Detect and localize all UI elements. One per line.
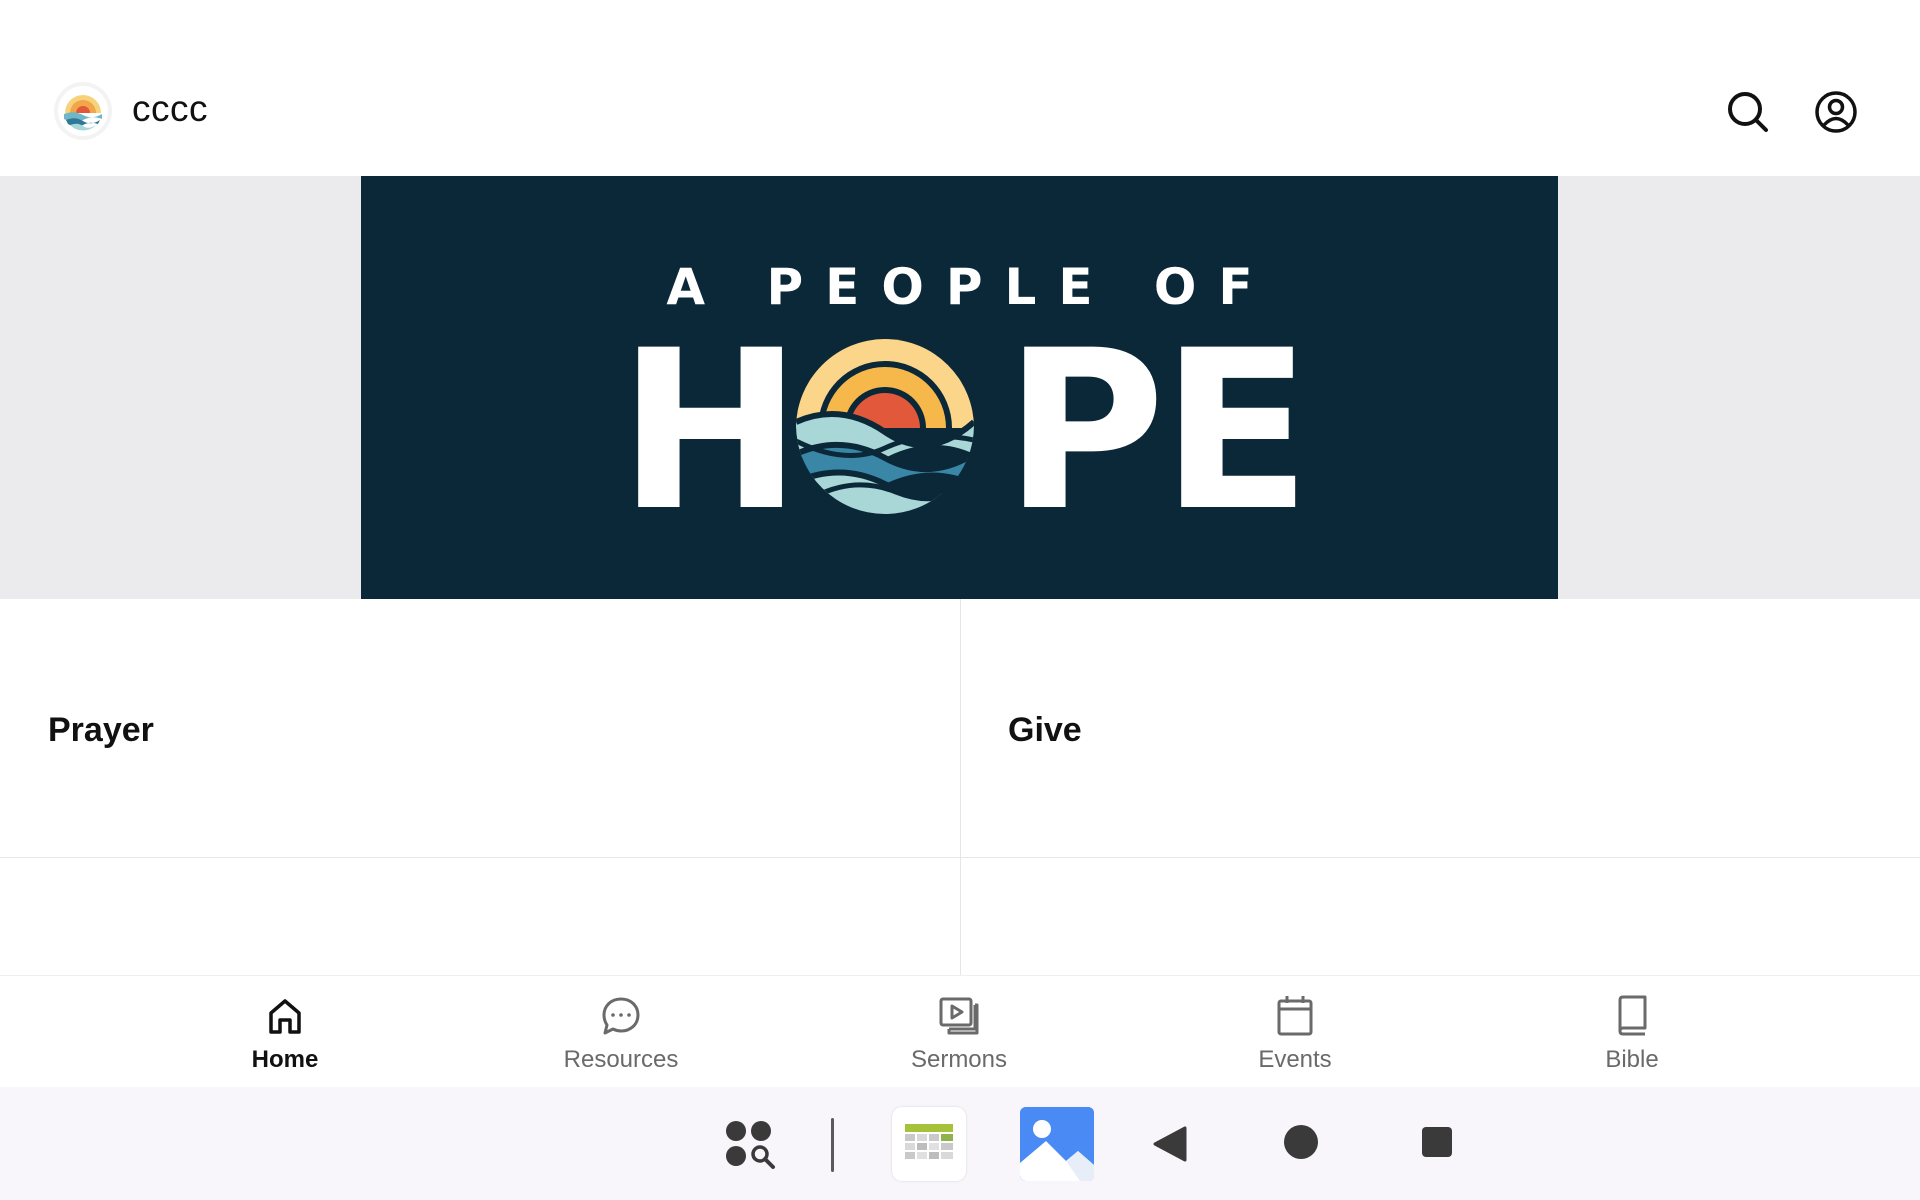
quick-links-grid: Prayer Give: [0, 599, 1920, 975]
calendar-icon: [1273, 994, 1317, 1038]
divider: [960, 599, 961, 975]
book-icon: [1610, 994, 1654, 1038]
app-bar: cccc: [0, 0, 1920, 176]
bottom-navigation: Home Resources Sermons Events Bible: [0, 975, 1920, 1087]
gallery-app-icon[interactable]: [1020, 1107, 1094, 1181]
nav-item-resources[interactable]: Resources: [521, 976, 721, 1088]
tile-label: Prayer: [48, 711, 154, 749]
hero-tagline: A PEOPLE OF: [666, 258, 1275, 316]
tile-label: Give: [1008, 711, 1082, 749]
nav-item-bible[interactable]: Bible: [1532, 976, 1732, 1088]
calendar-app-icon[interactable]: [892, 1107, 966, 1181]
video-library-icon: [937, 994, 981, 1038]
divider: [0, 857, 1920, 858]
hero-word: H P E: [361, 303, 1558, 559]
search-icon[interactable]: [1722, 86, 1774, 138]
tile-prayer[interactable]: Prayer: [0, 599, 960, 857]
back-icon[interactable]: [1145, 1119, 1195, 1169]
sunset-waves-emblem: [796, 336, 974, 514]
divider: [831, 1118, 834, 1172]
system-navigation-bar: [0, 1087, 1920, 1200]
nav-label: Events: [1258, 1046, 1332, 1073]
nav-item-events[interactable]: Events: [1195, 976, 1395, 1088]
home-circle-icon[interactable]: [1276, 1117, 1326, 1167]
sunset-waves-logo-icon[interactable]: [58, 86, 108, 136]
tile-empty-right[interactable]: [961, 858, 1920, 975]
tile-empty-left[interactable]: [0, 858, 960, 975]
nav-label: Resources: [563, 1046, 679, 1073]
hero-letter-e: E: [1161, 303, 1312, 559]
hero-letter-p: P: [1004, 303, 1166, 559]
nav-label: Bible: [1605, 1046, 1659, 1073]
hero-banner[interactable]: A PEOPLE OF H P E: [361, 176, 1558, 599]
app-title: cccc: [132, 88, 208, 129]
hero-letter-h: H: [618, 303, 803, 559]
account-circle-icon[interactable]: [1810, 86, 1862, 138]
nav-label: Home: [251, 1046, 319, 1073]
tile-give[interactable]: Give: [961, 599, 1920, 857]
home-icon: [263, 994, 307, 1038]
app-drawer-icon[interactable]: [718, 1113, 782, 1177]
nav-item-sermons[interactable]: Sermons: [859, 976, 1059, 1088]
nav-label: Sermons: [910, 1046, 1008, 1073]
chat-bubble-icon: [599, 994, 643, 1038]
nav-item-home[interactable]: Home: [185, 976, 385, 1088]
recents-icon[interactable]: [1412, 1117, 1462, 1167]
